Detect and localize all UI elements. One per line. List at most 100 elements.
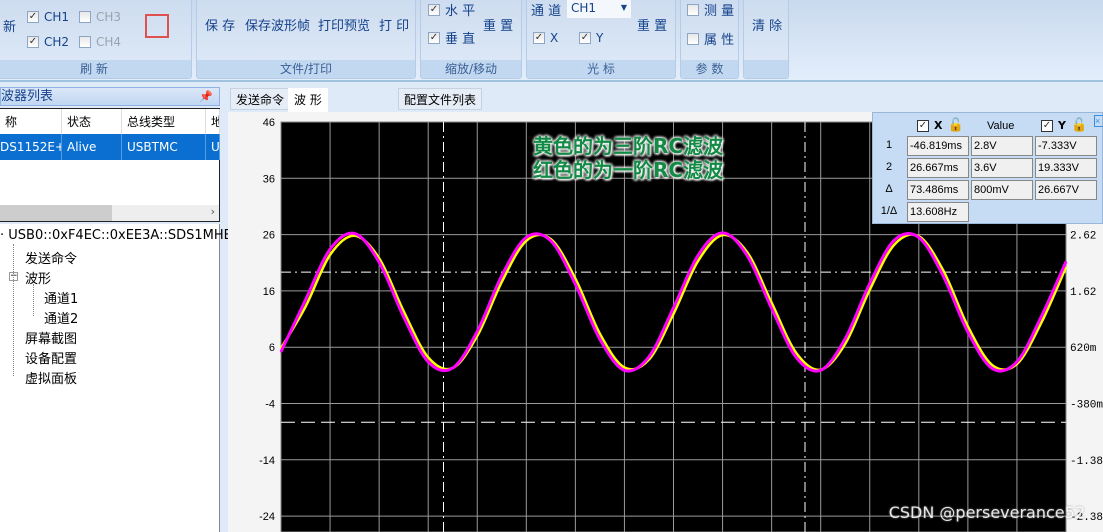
attr-checkbox[interactable]: 属 性	[687, 29, 734, 48]
data-point	[795, 352, 797, 354]
data-point	[1016, 361, 1018, 363]
ch1-label: CH1	[44, 10, 70, 24]
tree-item-virtual-panel[interactable]: 虚拟面板	[25, 368, 77, 387]
tab-config-list[interactable]: 配置文件列表	[398, 88, 483, 110]
data-point	[525, 239, 528, 242]
clear-button[interactable]: 清 除	[752, 15, 782, 34]
checkbox-icon	[687, 3, 699, 16]
ch2-checkbox[interactable]: ✓ CH2	[27, 35, 69, 49]
cursor-value: 3.6V	[971, 158, 1033, 178]
save-frame-button[interactable]: 保存波形帧	[245, 15, 310, 34]
ch4-label: CH4	[96, 35, 122, 49]
chevron-right-icon[interactable]: ›	[211, 205, 215, 218]
data-point	[648, 355, 650, 358]
checkbox-icon	[687, 32, 699, 45]
data-point	[402, 315, 405, 318]
group-label: 刷 新	[0, 60, 191, 78]
cursor-y-value: 26.667V	[1035, 180, 1097, 200]
value-header: Value	[987, 120, 1015, 132]
data-point	[672, 313, 675, 315]
print-preview-button[interactable]: 打印预览	[318, 15, 370, 34]
data-point	[500, 274, 503, 277]
column-header[interactable]: 状态	[62, 109, 122, 135]
checkbox-icon: ✓	[428, 31, 440, 44]
x-lock-checkbox[interactable]: ✓ X 🔓	[917, 118, 964, 133]
close-icon[interactable]: ×	[1094, 115, 1103, 127]
data-point	[868, 282, 871, 285]
data-point	[525, 236, 528, 239]
data-point	[991, 367, 994, 370]
checkbox-icon	[79, 36, 91, 48]
refresh-button[interactable]: 新	[3, 16, 16, 35]
print-button[interactable]: 打 印	[379, 15, 409, 34]
data-point	[893, 243, 896, 246]
zoom-reset-button[interactable]: 重 置	[483, 15, 513, 34]
measure-checkbox[interactable]: 测 量	[687, 0, 734, 19]
horizontal-scrollbar[interactable]: ›	[0, 205, 219, 221]
annotation-line: 黄色的为三阶RC滤波	[532, 134, 724, 158]
right-tick-label: -380m	[1070, 400, 1103, 412]
right-tick-label: -1.38	[1070, 456, 1103, 468]
y-header: Y	[1058, 119, 1066, 132]
data-point	[770, 307, 773, 310]
scrollbar-thumb[interactable]	[0, 205, 112, 221]
cursor-reset-button[interactable]: 重 置	[637, 15, 667, 34]
data-point	[599, 338, 601, 341]
row-label: Δ	[885, 183, 893, 195]
tree-item-channel2[interactable]: 通道2	[44, 308, 78, 327]
y-tick-label: -24	[259, 511, 275, 523]
data-point	[746, 254, 748, 257]
cursor-y-checkbox[interactable]: ✓ Y	[579, 31, 603, 45]
ch4-checkbox[interactable]: CH4	[79, 35, 121, 49]
data-point	[844, 337, 847, 340]
cursor-y-value: -7.333V	[1035, 136, 1097, 156]
data-point	[500, 281, 503, 283]
y-label: Y	[596, 31, 604, 45]
data-point	[942, 269, 945, 272]
save-button[interactable]: 保 存	[205, 15, 235, 34]
tree-root[interactable]: · USB0::0xF4EC::0xEE3A::SDS1MHED4R	[0, 228, 259, 243]
data-point	[918, 236, 920, 239]
checkbox-icon: ✓	[27, 11, 39, 23]
y-lock-checkbox[interactable]: ✓ Y 🔓	[1041, 118, 1087, 133]
column-header[interactable]: 地	[206, 109, 220, 135]
tree-item-waveform[interactable]: 波形	[25, 268, 51, 287]
ribbon: 新 ✓ CH1 ✓ CH2 CH3 CH4 刷 新 保 存 保存波形帧 打印预览 打…	[0, 0, 1103, 82]
y-tick-label: -14	[259, 455, 275, 467]
tree-item-screenshot[interactable]: 屏幕截图	[25, 328, 77, 347]
data-point	[721, 234, 724, 236]
channel-select[interactable]: CH1 ▼	[567, 0, 631, 18]
horizontal-checkbox[interactable]: ✓ 水 平	[428, 0, 475, 19]
data-point	[623, 369, 626, 372]
cursor-y-value: 19.333V	[1035, 158, 1097, 178]
tab-bar: 发送命令 波 形 配置文件列表	[228, 86, 1103, 112]
right-tick-label: 1.62	[1070, 287, 1096, 299]
tree-item-send-command[interactable]: 发送命令	[25, 248, 77, 267]
ch3-checkbox[interactable]: CH3	[79, 10, 121, 24]
tree-item-channel1[interactable]: 通道1	[44, 288, 78, 307]
cursor-readout-panel: ✓ X 🔓 Value ✓ Y 🔓 × 1 -46.819ms 2.8V -7.333V 2 26…	[872, 112, 1103, 224]
lock-icon[interactable]: 🔓	[1071, 118, 1087, 133]
cursor-x-checkbox[interactable]: ✓ X	[533, 31, 558, 45]
data-point	[697, 260, 699, 262]
tab-send-command[interactable]: 发送命令	[230, 88, 291, 110]
lock-icon[interactable]: 🔓	[947, 118, 963, 133]
data-point	[721, 232, 724, 234]
y-tick-label: 6	[269, 342, 275, 354]
group-label: 参 数	[681, 60, 738, 78]
pin-icon[interactable]: 📌	[199, 88, 213, 105]
data-point	[795, 356, 797, 359]
ch1-checkbox[interactable]: ✓ CH1	[27, 10, 69, 24]
tree-line	[13, 244, 14, 376]
tree-item-device-config[interactable]: 设备配置	[25, 348, 77, 367]
color-swatch-button[interactable]	[145, 14, 169, 38]
y-tick-label: 16	[263, 286, 275, 298]
vertical-checkbox[interactable]: ✓ 垂 直	[428, 28, 475, 47]
file-group: 保 存 保存波形帧 打印预览 打 印 文件/打印	[196, 0, 416, 79]
column-header[interactable]: 称	[0, 109, 62, 135]
annotation-line: 红色的为一阶RC滤波	[532, 158, 724, 182]
tab-waveform[interactable]: 波 形	[288, 88, 328, 112]
refresh-group: 新 ✓ CH1 ✓ CH2 CH3 CH4 刷 新	[0, 0, 192, 79]
row-label: 1	[885, 139, 893, 151]
column-header[interactable]: 总线类型	[122, 109, 206, 135]
